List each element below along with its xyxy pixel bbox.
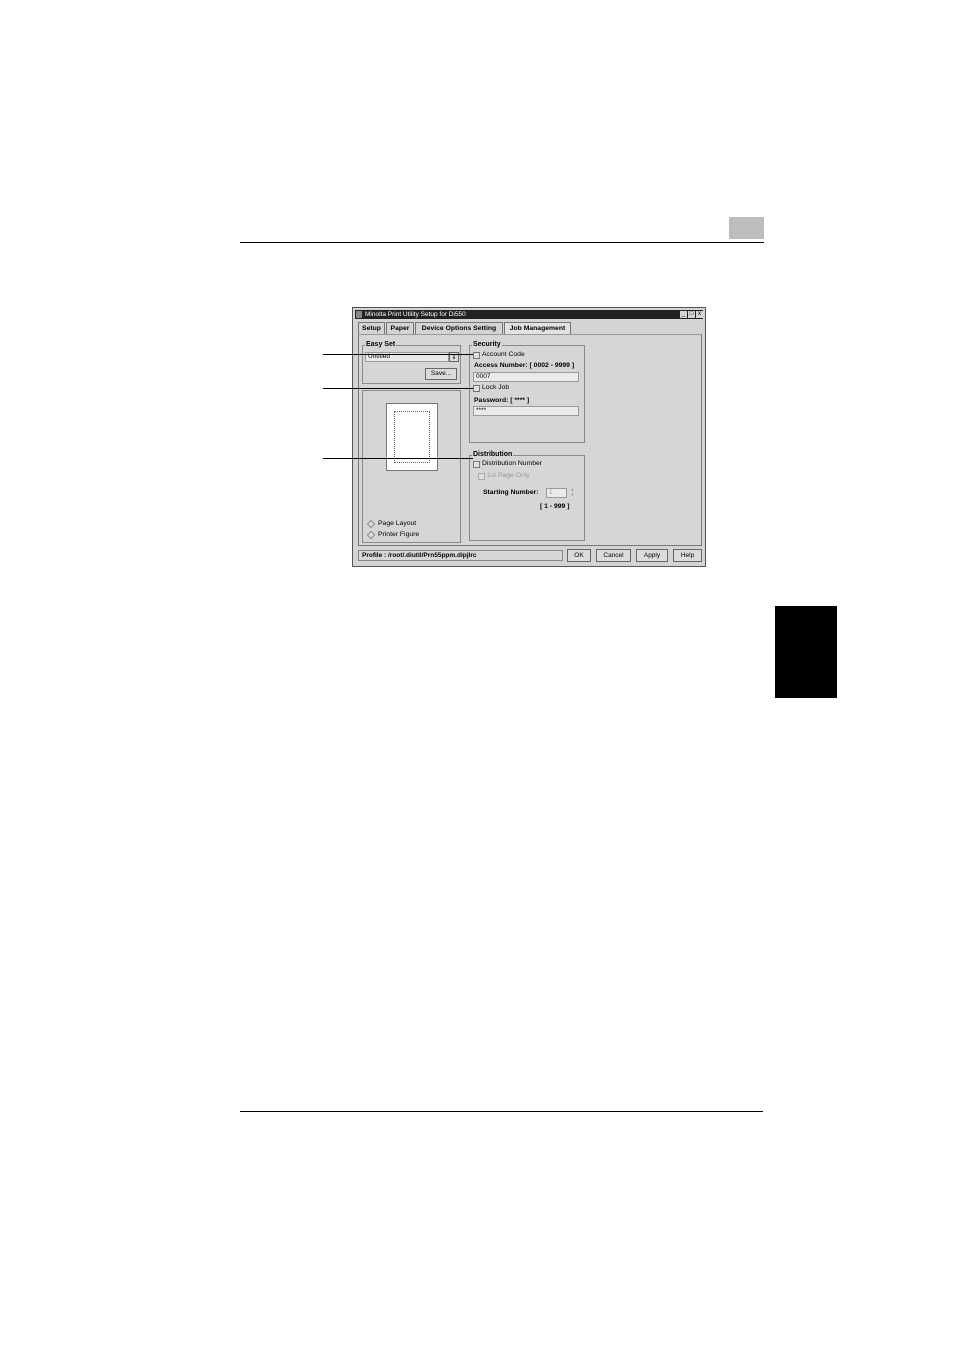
- tab-paper[interactable]: Paper: [386, 322, 414, 334]
- distribution-number-checkbox[interactable]: [473, 461, 480, 468]
- ok-button[interactable]: OK: [567, 549, 591, 562]
- close-icon[interactable]: x: [696, 311, 703, 318]
- password-field[interactable]: ****: [473, 406, 579, 416]
- starting-number-label: Starting Number:: [483, 489, 539, 496]
- first-page-only-checkbox[interactable]: [478, 473, 485, 480]
- chapter-thumb-tab: [775, 606, 837, 698]
- callout-line-lock-job: [323, 388, 473, 389]
- first-page-only-label: 1st Page Only: [487, 472, 530, 479]
- access-number-field[interactable]: 0007: [473, 372, 579, 382]
- printable-area: [394, 411, 430, 463]
- tab-device-options[interactable]: Device Options Setting: [415, 322, 503, 334]
- print-utility-dialog: Minolta Print Utility Setup for Di550 _ …: [352, 307, 706, 567]
- account-code-label: Account Code: [482, 351, 525, 358]
- account-code-checkbox[interactable]: [473, 352, 480, 359]
- starting-number-field[interactable]: 1: [546, 488, 567, 498]
- distribution-number-label: Distribution Number: [482, 460, 543, 467]
- easy-set-label: Easy Set: [365, 341, 397, 348]
- security-group: [469, 345, 585, 443]
- printer-figure-label: Printer Figure: [378, 531, 420, 538]
- starting-number-range: [ 1 - 999 ]: [540, 503, 570, 510]
- footer-rule: [240, 1111, 763, 1112]
- save-button[interactable]: Save...: [425, 368, 457, 380]
- distribution-label: Distribution: [472, 451, 514, 458]
- page-preview: [386, 403, 438, 471]
- help-button[interactable]: Help: [673, 549, 702, 562]
- title-bar[interactable]: Minolta Print Utility Setup for Di550 _ …: [355, 310, 703, 319]
- access-number-label: Access Number: [ 0002 - 9999 ]: [474, 362, 575, 369]
- minimize-icon[interactable]: _: [680, 311, 687, 318]
- callout-line-account-code: [323, 354, 473, 355]
- job-management-panel: Easy Set Untitled ⇓ Save... Page Layout …: [358, 334, 702, 546]
- window-title: Minolta Print Utility Setup for Di550: [365, 311, 466, 318]
- window-menu-icon[interactable]: [356, 311, 362, 318]
- profile-path: Profile : /root/.diutil/Prn55ppm.dipjlrc: [358, 550, 563, 561]
- page-layout-label: Page Layout: [378, 520, 417, 527]
- spinner-arrows-icon[interactable]: ▲ ▼: [569, 487, 576, 497]
- callout-line-distribution: [323, 458, 473, 459]
- security-label: Security: [472, 341, 502, 348]
- password-label: Password: [ **** ]: [474, 397, 530, 404]
- apply-button[interactable]: Apply: [636, 549, 668, 562]
- tab-setup[interactable]: Setup: [358, 322, 385, 334]
- cancel-button[interactable]: Cancel: [596, 549, 631, 562]
- maximize-icon[interactable]: □: [688, 311, 695, 318]
- lock-job-checkbox[interactable]: [473, 385, 480, 392]
- header-rule: [240, 242, 764, 243]
- lock-job-label: Lock Job: [482, 384, 510, 391]
- chapter-marker-gray: [729, 217, 764, 239]
